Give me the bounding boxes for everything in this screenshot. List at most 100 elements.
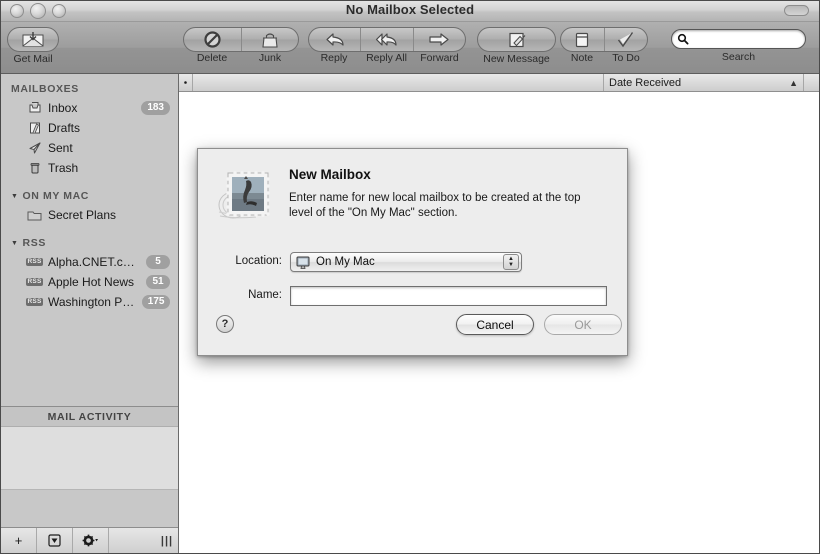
rss-badge-icon: RSS: [25, 275, 44, 290]
rss-badge-text: RSS: [25, 277, 44, 287]
toolbar-reply-all-label: Reply All: [366, 52, 407, 64]
sidebar-item-drafts[interactable]: Drafts: [1, 118, 178, 138]
sidebar-item-drafts-label: Drafts: [48, 121, 81, 135]
search-field[interactable]: [671, 29, 806, 49]
name-label: Name:: [248, 289, 282, 301]
location-label: Location:: [235, 255, 282, 267]
sidebar-section-rss-label: RSS: [22, 237, 46, 249]
junk-bag-icon[interactable]: [240, 28, 298, 51]
column-options-button[interactable]: [804, 74, 819, 91]
sidebar-section-mailboxes-label: MAILBOXES: [11, 83, 79, 95]
subject-column-header[interactable]: [193, 74, 604, 91]
toolbar-reply-label: Reply: [320, 52, 348, 64]
sidebar-section-on-my-mac[interactable]: ▼ ON MY MAC: [1, 187, 178, 205]
sidebar-item-apple-hot-news-label: Apple Hot News: [48, 275, 135, 289]
message-list-column-headers: Date Received ▲: [179, 74, 819, 92]
mail-activity-pane: [1, 427, 178, 490]
todo-check-icon[interactable]: [603, 28, 647, 51]
mailbox-list: MAILBOXES Inbox 183 Drafts Sent Trash ▼ …: [1, 74, 178, 406]
sidebar-item-alpha-cnet[interactable]: RSS Alpha.CNET.com:... 5: [1, 252, 178, 272]
search-label: Search: [721, 51, 756, 63]
reply-all-arrow-icon[interactable]: [360, 28, 412, 51]
sidebar-bottom-spacer: [109, 528, 156, 553]
resize-grip-icon[interactable]: |||: [156, 528, 178, 553]
toolbar-forward-label: Forward: [420, 52, 459, 64]
sidebar-item-inbox-count: 183: [141, 101, 170, 115]
toolbar-new-message[interactable]: New Message: [477, 27, 556, 65]
window-body: MAILBOXES Inbox 183 Drafts Sent Trash ▼ …: [1, 74, 819, 553]
toolbar-delete-label: Delete: [196, 52, 228, 64]
stepper-down-icon[interactable]: ▼: [508, 262, 514, 268]
new-mailbox-dialog: New Mailbox Enter name for new local mai…: [197, 148, 628, 356]
sidebar-item-sent-label: Sent: [48, 141, 73, 155]
mail-stamp-icon: [216, 169, 274, 225]
toolbar: Get Mail Delete Junk Reply Reply All For…: [1, 22, 819, 74]
sidebar-item-secret-plans[interactable]: Secret Plans: [1, 205, 178, 225]
sidebar-item-washington-post[interactable]: RSS Washington Post 175: [1, 292, 178, 312]
toolbar-note-label: Note: [570, 52, 594, 64]
location-popup-value: On My Mac: [316, 256, 375, 268]
sent-paperplane-icon: [27, 141, 42, 156]
dialog-title: New Mailbox: [289, 167, 371, 182]
sidebar-section-on-my-mac-label: ON MY MAC: [22, 190, 89, 202]
delete-no-entry-icon[interactable]: [184, 28, 241, 51]
cancel-button[interactable]: Cancel: [456, 314, 534, 335]
sidebar-item-apple-hot-news-count: 51: [146, 275, 170, 289]
sidebar-item-sent[interactable]: Sent: [1, 138, 178, 158]
title-bar[interactable]: No Mailbox Selected: [1, 1, 819, 22]
toolbar-note-todo-group: Note To Do: [560, 27, 648, 64]
sidebar-item-alpha-cnet-label: Alpha.CNET.com:...: [48, 255, 140, 269]
name-field-wrapper: [290, 286, 607, 306]
location-stepper[interactable]: ▲ ▼: [503, 254, 519, 270]
rss-badge-text: RSS: [25, 257, 44, 267]
computer-display-icon: [296, 256, 310, 269]
sidebar-item-trash-label: Trash: [48, 161, 79, 175]
toolbar-get-mail-label: Get Mail: [13, 53, 53, 65]
window-title: No Mailbox Selected: [345, 2, 475, 17]
mail-activity-header: MAIL ACTIVITY: [1, 406, 178, 427]
sidebar: MAILBOXES Inbox 183 Drafts Sent Trash ▼ …: [1, 74, 179, 553]
inbox-tray-icon: [27, 101, 42, 116]
sidebar-item-secret-plans-label: Secret Plans: [48, 208, 117, 222]
gear-icon[interactable]: [73, 528, 109, 553]
chevron-down-icon[interactable]: ▼: [11, 240, 19, 247]
sidebar-item-alpha-cnet-count: 5: [146, 255, 170, 269]
compose-pencil-icon: [478, 28, 555, 51]
chevron-down-icon[interactable]: ▼: [11, 193, 19, 200]
date-received-column-header[interactable]: Date Received ▲: [604, 74, 804, 91]
sidebar-filler: [1, 490, 178, 527]
name-input[interactable]: [290, 286, 607, 306]
rss-badge-icon: RSS: [25, 255, 44, 270]
toolbar-junk-label: Junk: [258, 52, 282, 64]
reply-arrow-icon[interactable]: [309, 28, 360, 51]
rss-badge-icon: RSS: [25, 295, 44, 310]
sidebar-section-rss[interactable]: ▼ RSS: [1, 234, 178, 252]
ok-button[interactable]: OK: [544, 314, 622, 335]
folder-icon: [27, 208, 42, 223]
sidebar-section-mailboxes: MAILBOXES: [1, 80, 178, 98]
toolbar-todo-label: To Do: [612, 52, 640, 64]
toolbar-new-message-label: New Message: [483, 53, 550, 65]
toolbar-delete-junk-group: Delete Junk: [183, 27, 299, 64]
sort-ascending-icon: ▲: [789, 77, 798, 88]
toolbar-reply-group: Reply Reply All Forward: [308, 27, 466, 64]
unread-dot-column-header[interactable]: [179, 74, 193, 91]
mailbox-actions-icon[interactable]: [37, 528, 73, 553]
forward-arrow-icon[interactable]: [412, 28, 465, 51]
toolbar-search: Search: [671, 29, 806, 63]
note-pad-icon[interactable]: [561, 28, 604, 51]
sidebar-item-trash[interactable]: Trash: [1, 158, 178, 178]
toolbar-toggle-button[interactable]: [784, 5, 809, 16]
add-mailbox-button[interactable]: +: [1, 528, 37, 553]
sidebar-item-inbox[interactable]: Inbox 183: [1, 98, 178, 118]
search-input[interactable]: [692, 32, 796, 46]
search-magnifier-icon: [677, 33, 689, 45]
help-button[interactable]: ?: [216, 315, 234, 333]
sidebar-item-washington-post-count: 175: [141, 295, 170, 309]
sidebar-item-apple-hot-news[interactable]: RSS Apple Hot News 51: [1, 272, 178, 292]
location-popup-button[interactable]: On My Mac ▲ ▼: [290, 252, 522, 272]
sidebar-item-washington-post-label: Washington Post: [48, 295, 136, 309]
mail-window: No Mailbox Selected Get Mail Delete Junk…: [0, 0, 820, 554]
toolbar-get-mail[interactable]: Get Mail: [7, 27, 59, 65]
sidebar-bottom-bar: + |||: [1, 527, 178, 553]
